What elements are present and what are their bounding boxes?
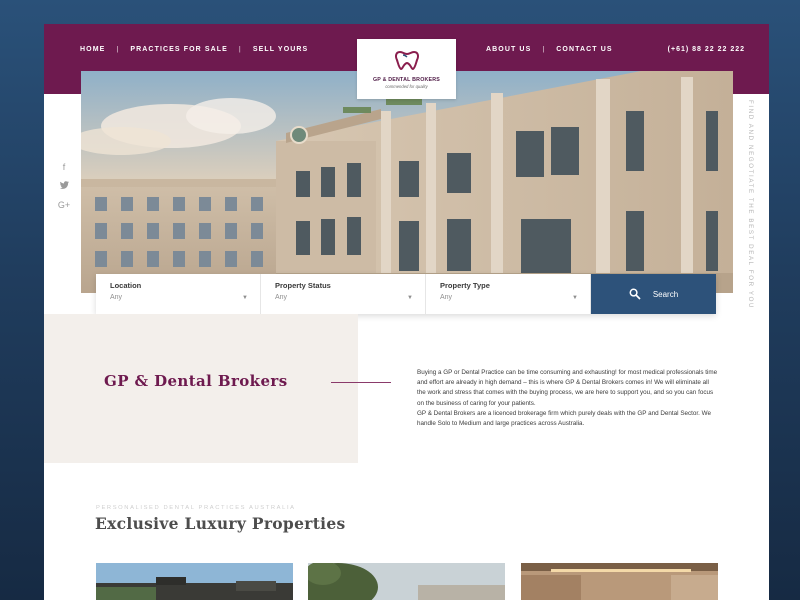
intro-divider	[331, 382, 391, 383]
hero-building-illustration	[81, 71, 733, 293]
side-tagline: FIND AND NEGOTIATE THE BEST DEAL FOR YOU	[747, 100, 754, 310]
location-select[interactable]: Location Any ▼	[96, 274, 261, 314]
nav-link-sell-yours[interactable]: SELL YOURS	[253, 46, 308, 53]
property-search-bar: Location Any ▼ Property Status Any ▼ Pro…	[96, 274, 716, 314]
listings-kicker: PERSONALISED DENTAL PRACTICES AUSTRALIA	[96, 505, 296, 511]
property-card-image[interactable]	[96, 563, 293, 600]
nav-link-home[interactable]: HOME	[80, 46, 105, 53]
logo-name: GP & DENTAL BROKERS	[372, 77, 441, 83]
search-button[interactable]: Search	[591, 274, 716, 314]
page: HOME | PRACTICES FOR SALE | SELL YOURS A…	[44, 24, 769, 600]
search-icon	[629, 288, 641, 300]
intro-text: Buying a GP or Dental Practice can be ti…	[417, 368, 719, 429]
location-label: Location	[110, 281, 142, 290]
googleplus-icon[interactable]: G+	[58, 200, 70, 210]
chevron-down-icon: ▼	[242, 295, 248, 301]
twitter-icon[interactable]	[59, 181, 69, 191]
nav-link-practices-for-sale[interactable]: PRACTICES FOR SALE	[130, 46, 228, 53]
nav-link-contact-us[interactable]: CONTACT US	[556, 46, 612, 53]
social-links: f G+	[58, 162, 70, 210]
nav-separator: |	[542, 46, 546, 53]
phone-number-link[interactable]: (+61) 88 22 22 222	[668, 46, 745, 53]
location-value: Any	[110, 294, 123, 301]
property-type-value: Any	[440, 294, 453, 301]
intro-title: GP & Dental Brokers	[104, 372, 288, 390]
property-card-image[interactable]	[521, 563, 718, 600]
search-button-label: Search	[652, 289, 679, 299]
intro-paragraph: GP & Dental Brokers are a licenced broke…	[417, 409, 712, 428]
property-status-value: Any	[275, 294, 288, 301]
primary-nav-right: ABOUT US | CONTACT US (+61) 88 22 22 222	[486, 46, 745, 53]
listings-title: Exclusive Luxury Properties	[95, 514, 346, 533]
chevron-down-icon: ▼	[407, 295, 413, 301]
nav-separator: |	[238, 46, 242, 53]
property-status-label: Property Status	[275, 281, 331, 290]
nav-separator: |	[116, 46, 120, 53]
primary-nav-left: HOME | PRACTICES FOR SALE | SELL YOURS	[80, 46, 308, 53]
site-logo[interactable]: GP & DENTAL BROKERS commended for qualit…	[357, 39, 456, 99]
logo-tagline: commended for quality	[385, 84, 428, 89]
property-type-label: Property Type	[440, 281, 490, 290]
property-card-image[interactable]	[308, 563, 505, 600]
property-type-select[interactable]: Property Type Any ▼	[426, 274, 591, 314]
nav-link-about-us[interactable]: ABOUT US	[486, 46, 531, 53]
hero-image	[81, 71, 733, 293]
tooth-icon	[394, 50, 419, 71]
property-status-select[interactable]: Property Status Any ▼	[261, 274, 426, 314]
intro-paragraph: Buying a GP or Dental Practice can be ti…	[417, 369, 718, 407]
facebook-icon[interactable]: f	[63, 162, 66, 172]
chevron-down-icon: ▼	[572, 295, 578, 301]
